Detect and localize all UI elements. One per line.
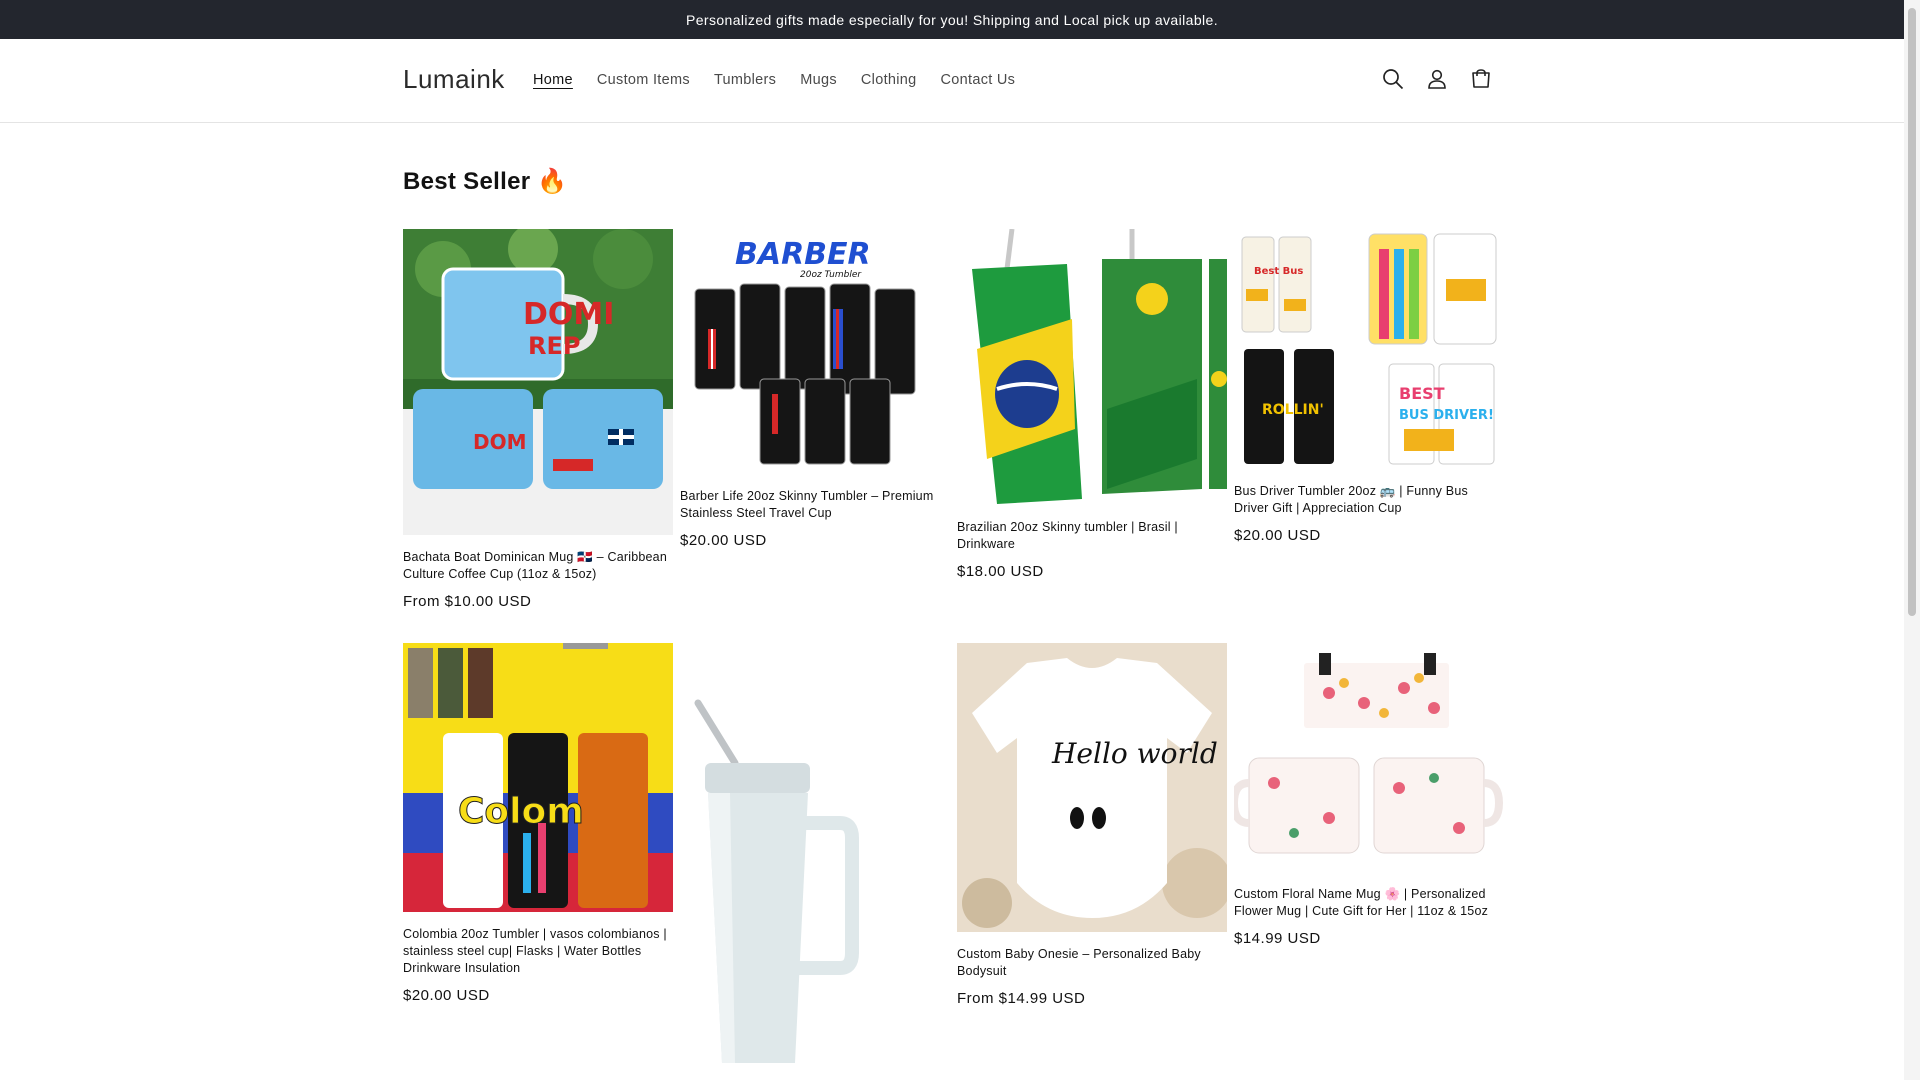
announcement-text: Personalized gifts made especially for y… [685,11,1219,28]
svg-text:ROLLIN': ROLLIN' [1262,402,1324,418]
product-price: $20.00 USD [1234,527,1321,544]
svg-text:Best Bus: Best Bus [1254,266,1303,277]
page-scrollbar[interactable] [1904,0,1920,1080]
announcement-bar: Personalized gifts made especially for y… [0,0,1904,39]
scrollbar-thumb[interactable] [1908,8,1916,616]
product-title[interactable]: Bachata Boat Dominican Mug 🇩🇴 – Caribbea… [403,549,673,583]
product-price: $18.00 USD [957,563,1044,580]
nav-tumblers[interactable]: Tumblers [714,72,776,88]
product-card-white-tumbler[interactable] [680,643,950,1080]
product-price: $20.00 USD [403,987,490,1004]
svg-text:DOM: DOM [473,430,527,454]
header-icons [1381,66,1493,92]
product-card-brazilian-tumbler[interactable]: Brazilian 20oz Skinny tumbler | Brasil |… [957,229,1227,580]
nav-contact-us[interactable]: Contact Us [941,72,1016,88]
product-image-bus-driver-tumbler[interactable]: Best Bus ROLLIN' BEST BUS DRIVER! [1234,229,1504,469]
section-title: Best Seller 🔥 [403,168,568,195]
product-price: From $14.99 USD [957,990,1086,1007]
nav-custom-items[interactable]: Custom Items [597,72,690,88]
product-card-baby-onesie[interactable]: Hello world Custom Baby Onesie – Persona… [957,643,1227,1007]
svg-text:BUS DRIVER!: BUS DRIVER! [1399,408,1494,423]
product-card-barber-tumbler[interactable]: BARBER 20oz Tumbler Barber Life 20oz Ski… [680,229,950,549]
nav-clothing[interactable]: Clothing [861,72,917,88]
barber-banner-subtext: 20oz Tumbler [800,270,862,280]
product-card-dominican-mug[interactable]: DOMI REP DOM Bachata Boat Dominican Mug … [403,229,673,610]
product-title[interactable]: Barber Life 20oz Skinny Tumbler – Premiu… [680,488,950,522]
colombia-art-text: Colom [458,791,584,832]
account-icon[interactable] [1425,66,1449,92]
product-title[interactable]: Bus Driver Tumbler 20oz 🚌 | Funny Bus Dr… [1234,483,1504,517]
product-card-colombia-tumbler[interactable]: Colom Colombia 20oz Tumbler | vasos colo… [403,643,673,1004]
svg-text:DOMI: DOMI [523,297,614,332]
nav-mugs[interactable]: Mugs [800,72,837,88]
barber-banner-text: BARBER [735,237,871,272]
product-title[interactable]: Custom Baby Onesie – Personalized Baby B… [957,946,1227,980]
product-title[interactable]: Colombia 20oz Tumbler | vasos colombiano… [403,926,673,977]
product-title[interactable]: Custom Floral Name Mug 🌸 | Personalized … [1234,886,1504,920]
product-card-floral-mug[interactable]: Custom Floral Name Mug 🌸 | Personalized … [1234,643,1504,947]
product-title[interactable]: Brazilian 20oz Skinny tumbler | Brasil |… [957,519,1227,553]
svg-text:REP: REP [528,332,580,360]
product-image-barber-tumbler[interactable]: BARBER 20oz Tumbler [680,229,950,474]
product-price: $20.00 USD [680,532,767,549]
product-image-floral-mug[interactable] [1234,643,1504,872]
onesie-text: Hello world [1051,737,1218,770]
product-card-bus-driver-tumbler[interactable]: Best Bus ROLLIN' BEST BUS DRIVER! Bus Dr… [1234,229,1504,544]
product-price: $14.99 USD [1234,930,1321,947]
main-nav: Home Custom Items Tumblers Mugs Clothing… [533,72,1039,88]
cart-icon[interactable] [1469,66,1493,92]
site-header: Lumaink Home Custom Items Tumblers Mugs … [0,39,1904,123]
product-image-white-tumbler[interactable] [680,643,950,1068]
svg-text:BEST: BEST [1399,384,1445,403]
site-logo[interactable]: Lumaink [403,64,505,95]
search-icon[interactable] [1381,66,1405,92]
nav-home[interactable]: Home [533,72,573,88]
product-image-dominican-mug[interactable]: DOMI REP DOM [403,229,673,535]
product-image-colombia-tumbler[interactable]: Colom [403,643,673,912]
product-image-brazilian-tumbler[interactable] [957,229,1227,505]
product-image-baby-onesie[interactable]: Hello world [957,643,1227,932]
product-price: From $10.00 USD [403,593,532,610]
